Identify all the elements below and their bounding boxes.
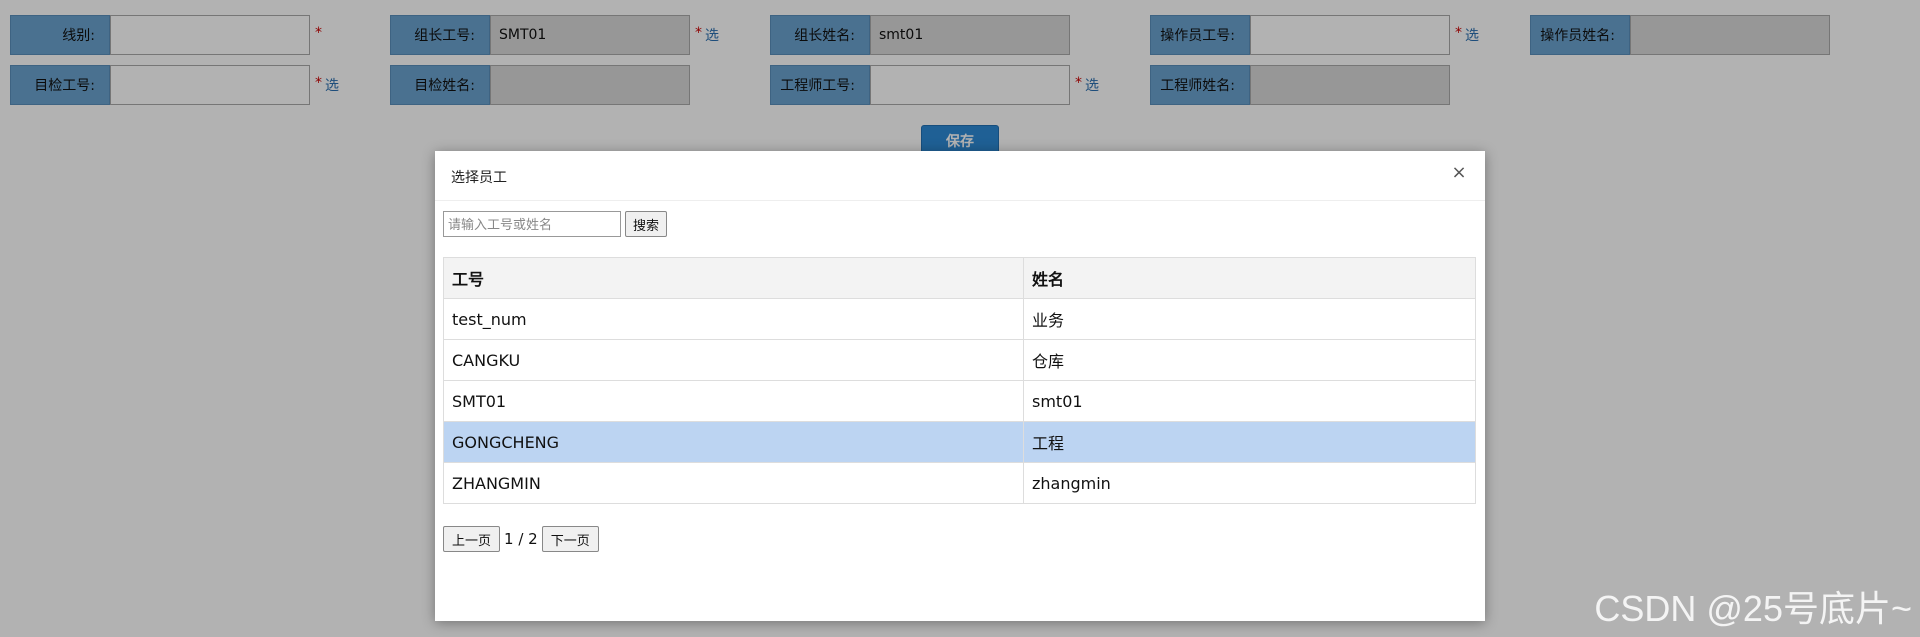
page: 线别: * 组长工号: SMT01 * 选 组长姓名: smt01 操作员工号:…: [0, 0, 1920, 637]
cell-id: SMT01: [443, 380, 1024, 422]
cell-id: CANGKU: [443, 339, 1024, 381]
watermark: CSDN @25号底片~: [1594, 588, 1912, 629]
cell-name: 仓库: [1023, 339, 1476, 381]
table-row[interactable]: SMT01 smt01: [443, 380, 1476, 422]
column-header-id: 工号: [443, 257, 1024, 299]
pagination: 上一页 1 / 2 下一页: [443, 526, 599, 552]
cell-id: ZHANGMIN: [443, 462, 1024, 504]
table-row[interactable]: test_num 业务: [443, 298, 1476, 340]
cell-name: 业务: [1023, 298, 1476, 340]
cell-name: smt01: [1023, 380, 1476, 422]
dialog-header: 选择员工 ×: [435, 151, 1485, 201]
close-icon[interactable]: ×: [1449, 163, 1469, 183]
table-row-selected[interactable]: GONGCHENG 工程: [443, 421, 1476, 463]
search-button[interactable]: 搜索: [625, 211, 667, 237]
table-row[interactable]: CANGKU 仓库: [443, 339, 1476, 381]
search-input[interactable]: [443, 211, 621, 237]
table-row[interactable]: ZHANGMIN zhangmin: [443, 462, 1476, 504]
next-page-button[interactable]: 下一页: [541, 526, 599, 552]
page-indicator: 1 / 2: [504, 530, 538, 548]
table-header-row: 工号 姓名: [443, 257, 1476, 299]
column-header-name: 姓名: [1023, 257, 1476, 299]
employee-table: 工号 姓名 test_num 业务 CANGKU 仓库 SMT01 smt01: [443, 257, 1476, 504]
prev-page-button[interactable]: 上一页: [443, 526, 501, 552]
cell-id: GONGCHENG: [443, 421, 1024, 463]
cell-id: test_num: [443, 298, 1024, 340]
dialog-title: 选择员工: [451, 170, 507, 186]
select-employee-dialog: 选择员工 × 搜索 工号 姓名 test_num 业务 CANGKU: [435, 151, 1485, 621]
cell-name: 工程: [1023, 421, 1476, 463]
cell-name: zhangmin: [1023, 462, 1476, 504]
